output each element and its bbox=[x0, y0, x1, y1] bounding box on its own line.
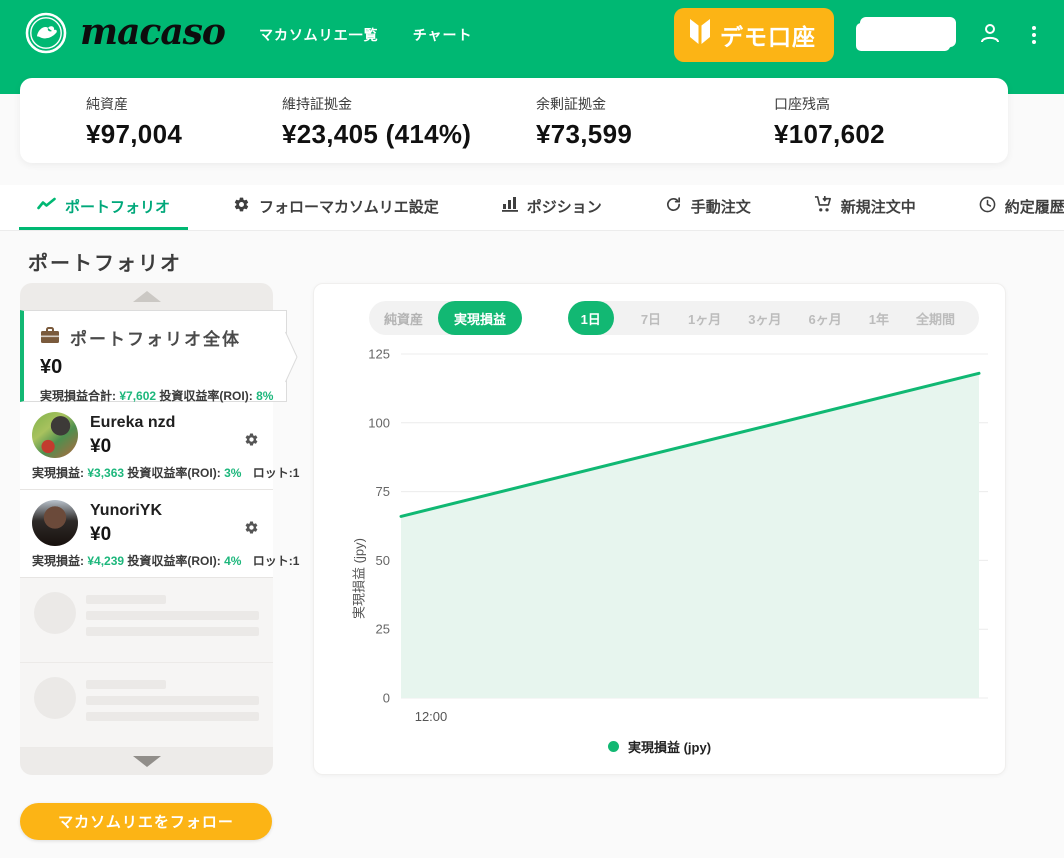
stat-maintenance-margin: 維持証拠金 ¥23,405 (414%) bbox=[282, 94, 471, 150]
stat-label: 余剰証拠金 bbox=[536, 94, 632, 114]
avatar bbox=[32, 412, 78, 458]
brand-wordmark: macaso bbox=[80, 14, 225, 56]
range-all[interactable]: 全期間 bbox=[916, 309, 955, 328]
follower-name: YunoriYK bbox=[90, 502, 230, 520]
nav-chart[interactable]: チャート bbox=[413, 25, 473, 45]
range-7d[interactable]: 7日 bbox=[641, 309, 661, 328]
tab-manual-order[interactable]: 手動注文 bbox=[647, 185, 769, 230]
range-1d[interactable]: 1日 bbox=[568, 301, 614, 335]
stat-free-margin: 余剰証拠金 ¥73,599 bbox=[536, 94, 632, 150]
stat-label: 純資産 bbox=[86, 94, 182, 114]
chevron-up-icon bbox=[133, 291, 161, 302]
pl-chart-card: 純資産 実現損益 1日 7日 1ヶ月 3ヶ月 6ヶ月 1年 全期間 実現損益 (… bbox=[313, 283, 1006, 775]
svg-text:100: 100 bbox=[368, 415, 390, 430]
skeleton-lines bbox=[86, 592, 259, 648]
stat-value: ¥23,405 (414%) bbox=[282, 119, 471, 150]
cart-icon bbox=[814, 196, 832, 217]
demo-account-button[interactable]: デモ口座 bbox=[674, 8, 834, 62]
nav-sommelier-list[interactable]: マカソムリエ一覧 bbox=[259, 25, 379, 45]
brand-logo[interactable]: macaso bbox=[24, 11, 225, 60]
chart-y-axis-label: 実現損益 (jpy) bbox=[349, 519, 368, 639]
selected-pointer-icon bbox=[285, 331, 298, 388]
avatar bbox=[32, 500, 78, 546]
portfolio-total-stats: 実現損益合計: ¥7,602 投資収益率(ROI): 8% bbox=[40, 387, 274, 404]
tab-execution-history[interactable]: 約定履歴 bbox=[961, 185, 1064, 230]
follower-amount: ¥0 bbox=[90, 436, 230, 458]
roi-total-value: 8% bbox=[256, 389, 273, 403]
chart-legend: 実現損益 (jpy) bbox=[314, 737, 1005, 756]
svg-text:75: 75 bbox=[376, 484, 390, 499]
svg-text:125: 125 bbox=[368, 347, 390, 362]
pl-chart-svg: 0 25 50 75 100 125 12:00 bbox=[342, 344, 994, 734]
swan-logo-icon bbox=[24, 11, 68, 60]
tab-follow-settings[interactable]: フォローマカソムリエ設定 bbox=[215, 185, 457, 230]
tab-pending-orders[interactable]: 新規注文中 bbox=[796, 185, 934, 230]
stat-value: ¥107,602 bbox=[774, 119, 885, 150]
stat-value: ¥97,004 bbox=[86, 119, 182, 150]
gear-icon[interactable] bbox=[242, 430, 261, 452]
toggle-realized-pl[interactable]: 実現損益 bbox=[438, 301, 522, 335]
followed-item-eureka[interactable]: Eureka nzd ¥0 実現損益: ¥3,363 投資収益率(ROI): 3… bbox=[20, 402, 273, 490]
range-3m[interactable]: 3ヶ月 bbox=[748, 309, 781, 328]
portfolio-sidebar: ポートフォリオ全体 ¥0 実現損益合計: ¥7,602 投資収益率(ROI): … bbox=[20, 283, 273, 775]
followed-item-yunori[interactable]: YunoriYK ¥0 実現損益: ¥4,239 投資収益率(ROI): 4% … bbox=[20, 490, 273, 578]
kebab-menu-icon[interactable] bbox=[1028, 22, 1040, 48]
portfolio-total-amount: ¥0 bbox=[40, 356, 274, 379]
lot-value: ロット:1 bbox=[253, 466, 300, 480]
trend-line-icon bbox=[37, 197, 56, 215]
account-stats-card: 純資産 ¥97,004 維持証拠金 ¥23,405 (414%) 余剰証拠金 ¥… bbox=[20, 78, 1008, 163]
gear-icon[interactable] bbox=[242, 518, 261, 540]
stat-net-assets: 純資産 ¥97,004 bbox=[86, 94, 182, 150]
followed-list: Eureka nzd ¥0 実現損益: ¥3,363 投資収益率(ROI): 3… bbox=[20, 402, 273, 748]
range-1m[interactable]: 1ヶ月 bbox=[688, 309, 721, 328]
legend-dot-icon bbox=[608, 741, 619, 752]
chevron-down-icon bbox=[133, 756, 161, 767]
skeleton-item bbox=[20, 578, 273, 663]
scroll-up-button[interactable] bbox=[20, 283, 273, 310]
stat-label: 維持証拠金 bbox=[282, 94, 471, 114]
briefcase-icon bbox=[40, 327, 60, 349]
range-6m[interactable]: 6ヶ月 bbox=[809, 309, 842, 328]
range-selector-group: 1日 7日 1ヶ月 3ヶ月 6ヶ月 1年 全期間 bbox=[568, 301, 979, 335]
gear-icon bbox=[233, 196, 250, 217]
portfolio-total-card[interactable]: ポートフォリオ全体 ¥0 実現損益合計: ¥7,602 投資収益率(ROI): … bbox=[20, 310, 287, 402]
main-tabbar: ポートフォリオ フォローマカソムリエ設定 ポジション 手動注文 bbox=[0, 185, 1064, 231]
stat-value: ¥73,599 bbox=[536, 119, 632, 150]
clock-icon bbox=[979, 196, 996, 217]
svg-text:0: 0 bbox=[383, 691, 390, 706]
user-icon[interactable] bbox=[978, 21, 1002, 50]
beginner-mark-icon bbox=[688, 17, 712, 53]
range-1y[interactable]: 1年 bbox=[869, 309, 889, 328]
follow-sommelier-button[interactable]: マカソムリエをフォロー bbox=[20, 803, 272, 840]
legend-label: 実現損益 (jpy) bbox=[628, 737, 711, 756]
svg-text:50: 50 bbox=[376, 553, 390, 568]
follower-name: Eureka nzd bbox=[90, 414, 230, 432]
svg-text:25: 25 bbox=[376, 622, 390, 637]
tab-portfolio[interactable]: ポートフォリオ bbox=[19, 185, 188, 230]
pl-chart: 実現損益 (jpy) 0 25 50 75 100 125 12:00 bbox=[342, 344, 994, 739]
toggle-net-assets[interactable]: 純資産 bbox=[369, 309, 438, 328]
redacted-username bbox=[860, 22, 952, 48]
skeleton-item bbox=[20, 663, 273, 748]
refresh-icon bbox=[665, 196, 682, 217]
metric-toggle-group: 純資産 実現損益 bbox=[369, 301, 522, 335]
stat-label: 口座残高 bbox=[774, 94, 885, 114]
pl-total-value: ¥7,602 bbox=[119, 389, 156, 403]
skeleton-avatar bbox=[34, 592, 76, 634]
follower-stats: 実現損益: ¥4,239 投資収益率(ROI): 4% ロット:1 bbox=[32, 552, 261, 569]
lot-value: ロット:1 bbox=[253, 554, 300, 568]
portfolio-total-title: ポートフォリオ全体 bbox=[70, 325, 241, 350]
top-nav: マカソムリエ一覧 チャート bbox=[259, 25, 473, 45]
page-title: ポートフォリオ bbox=[28, 247, 182, 276]
follower-stats: 実現損益: ¥3,363 投資収益率(ROI): 3% ロット:1 bbox=[32, 464, 261, 481]
follower-amount: ¥0 bbox=[90, 524, 230, 546]
stat-account-balance: 口座残高 ¥107,602 bbox=[774, 94, 885, 150]
bar-chart-icon bbox=[502, 196, 518, 216]
skeleton-lines bbox=[86, 677, 259, 733]
tab-positions[interactable]: ポジション bbox=[484, 185, 620, 230]
scroll-down-button[interactable] bbox=[20, 748, 273, 775]
skeleton-avatar bbox=[34, 677, 76, 719]
svg-text:12:00: 12:00 bbox=[415, 709, 448, 724]
